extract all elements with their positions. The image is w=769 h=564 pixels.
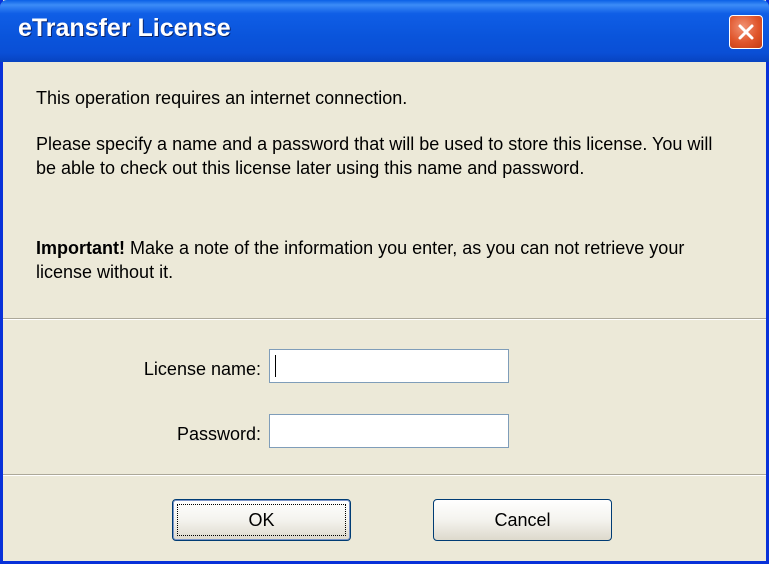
- dialog-body: This operation requires an internet conn…: [3, 62, 766, 561]
- license-dialog: eTransfer License This operation require…: [0, 0, 769, 564]
- intro-text: This operation requires an internet conn…: [36, 88, 408, 108]
- focus-rectangle: [177, 504, 346, 536]
- password-input[interactable]: [269, 414, 509, 448]
- window-title: eTransfer License: [18, 14, 231, 42]
- separator-top: [3, 318, 766, 320]
- instructions-text: Please specify a name and a password tha…: [36, 134, 713, 178]
- cancel-button-label: Cancel: [494, 509, 551, 530]
- license-name-label: License name:: [143, 359, 261, 379]
- important-text: Make a note of the information you enter…: [36, 238, 685, 282]
- title-bar[interactable]: eTransfer License: [0, 0, 769, 62]
- close-button[interactable]: [729, 15, 763, 49]
- password-label: Password:: [176, 424, 261, 444]
- ok-button[interactable]: OK: [172, 499, 351, 541]
- important-note: Important! Make a note of the informatio…: [36, 236, 726, 284]
- text-caret: [275, 355, 276, 377]
- separator-bottom: [3, 474, 766, 476]
- important-label: Important!: [36, 238, 125, 258]
- close-icon: [738, 24, 754, 40]
- cancel-button[interactable]: Cancel: [433, 499, 612, 541]
- license-name-input[interactable]: [269, 349, 509, 383]
